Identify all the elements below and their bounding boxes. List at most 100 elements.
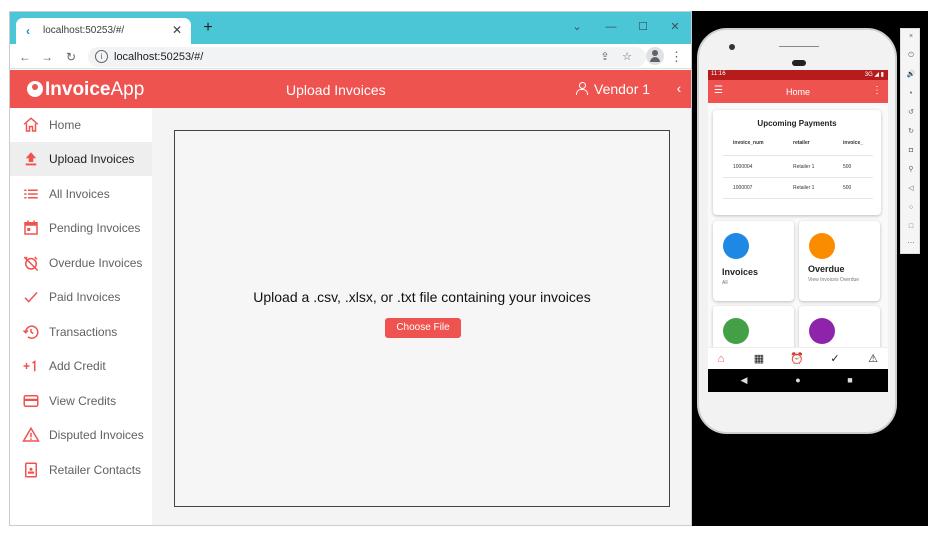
table-header: retailer xyxy=(793,140,810,146)
back-icon[interactable]: ◁ xyxy=(906,184,916,194)
more-vert-icon[interactable]: ⋮ xyxy=(872,85,882,96)
sidebar-item-add-credit[interactable]: Add Credit xyxy=(10,349,152,383)
android-nav-bar: ◀ ● ■ xyxy=(708,369,888,392)
sidebar-item-view-credits[interactable]: View Credits xyxy=(10,384,152,418)
money-off-icon xyxy=(809,233,835,259)
history-icon xyxy=(22,325,39,339)
table-header: invoice_num xyxy=(733,140,764,146)
credit-card-icon xyxy=(23,395,39,407)
list-icon xyxy=(24,189,38,199)
minimize-icon[interactable]: — xyxy=(598,18,624,36)
overview-icon[interactable]: □ xyxy=(906,222,916,232)
warning-icon[interactable]: ⚠ xyxy=(866,352,880,366)
tile-subtitle: View Invoices Overdue xyxy=(808,277,860,283)
address-bar[interactable]: i localhost:50253/#/ ⇪ ☆ xyxy=(88,47,646,67)
profile-avatar-icon[interactable] xyxy=(646,47,664,65)
emulator-close-icon[interactable]: × xyxy=(906,32,916,42)
volume-up-icon[interactable]: 🔊 xyxy=(906,70,916,80)
android-back-icon[interactable]: ◀ xyxy=(738,374,750,386)
phone-status-bar: 11:16 3G ◢ ▮ xyxy=(708,70,888,80)
sidebar-item-transactions[interactable]: Transactions xyxy=(10,315,152,349)
sidebar-item-pending-invoices[interactable]: Pending Invoices xyxy=(10,211,152,245)
table-cell: 500 xyxy=(843,185,852,191)
sidebar-item-label: View Credits xyxy=(49,394,117,408)
app-header: InvoiceApp Upload Invoices Vendor 1 ‹ xyxy=(10,70,691,108)
tab-search-icon[interactable]: ⌄ xyxy=(564,18,590,36)
page-title: Upload Invoices xyxy=(286,82,386,98)
upcoming-payments-card: Upcoming Payments invoice_num retailer i… xyxy=(713,110,881,215)
calendar-icon xyxy=(24,220,38,235)
calendar-icon[interactable]: ▦ xyxy=(752,352,766,366)
android-recents-icon[interactable]: ■ xyxy=(844,374,856,386)
camera-icon[interactable]: ◘ xyxy=(906,146,916,156)
home-circle-icon[interactable]: ○ xyxy=(906,203,916,213)
sidebar-item-label: Disputed Invoices xyxy=(49,428,144,442)
sidebar-item-label: Upload Invoices xyxy=(49,152,135,166)
check-circle-icon xyxy=(723,318,749,344)
flutter-favicon-icon: ‹ xyxy=(26,24,30,38)
volume-down-icon[interactable]: • xyxy=(906,89,916,99)
phone-app-title: Home xyxy=(785,87,810,97)
sidebar-item-home[interactable]: Home xyxy=(10,108,152,142)
plus-one-icon xyxy=(23,360,36,372)
address-url[interactable]: localhost:50253/#/ xyxy=(114,51,203,63)
forward-arrow-icon[interactable]: → xyxy=(38,48,56,66)
bookmark-star-icon[interactable]: ☆ xyxy=(620,50,634,64)
home-icon[interactable]: ⌂ xyxy=(714,352,728,366)
sidebar: Home Upload Invoices All Invoices Pendin… xyxy=(10,108,152,525)
sidebar-item-retailer-contacts[interactable]: Retailer Contacts xyxy=(10,453,152,487)
browser-tab[interactable]: ‹ localhost:50253/#/ ✕ xyxy=(16,18,191,44)
app-brand[interactable]: InvoiceApp xyxy=(27,79,144,101)
row-divider xyxy=(723,155,873,156)
sidebar-item-paid-invoices[interactable]: Paid Invoices xyxy=(10,280,152,314)
tile-subtitle: All xyxy=(722,280,728,286)
sidebar-item-label: Overdue Invoices xyxy=(49,256,143,270)
status-signal: 3G ◢ ▮ xyxy=(864,72,884,78)
window-close-icon[interactable]: ✕ xyxy=(662,18,688,36)
sidebar-item-label: All Invoices xyxy=(49,187,110,201)
back-arrow-icon[interactable]: ← xyxy=(16,48,34,66)
camera-icon xyxy=(729,44,735,50)
sidebar-item-label: Home xyxy=(49,118,82,132)
site-info-icon[interactable]: i xyxy=(95,50,108,63)
new-tab-button[interactable]: + xyxy=(198,19,218,39)
sidebar-item-all-invoices[interactable]: All Invoices xyxy=(10,177,152,211)
reload-icon[interactable]: ↻ xyxy=(62,48,80,66)
browser-toolbar: ← → ↻ i localhost:50253/#/ ⇪ ☆ ⋮ xyxy=(10,44,691,69)
collapse-chevron-icon[interactable]: ‹ xyxy=(673,80,685,96)
contact-icon xyxy=(25,462,37,478)
sidebar-item-disputed-invoices[interactable]: Disputed Invoices xyxy=(10,418,152,452)
tab-strip: ‹ localhost:50253/#/ ✕ + ⌄ — ☐ ✕ xyxy=(10,12,691,44)
browser-menu-icon[interactable]: ⋮ xyxy=(670,48,683,66)
sidebar-item-upload-invoices[interactable]: Upload Invoices xyxy=(10,142,152,176)
share-icon[interactable]: ⇪ xyxy=(598,50,612,64)
user-icon xyxy=(576,82,588,95)
android-emulator: 11:16 3G ◢ ▮ ☰ Home ⋮ Upcoming Payments … xyxy=(697,28,897,434)
maximize-icon[interactable]: ☐ xyxy=(630,18,656,36)
upload-dropzone[interactable]: Upload a .csv, .xlsx, or .txt file conta… xyxy=(174,130,670,507)
upload-icon xyxy=(25,152,37,166)
upload-prompt: Upload a .csv, .xlsx, or .txt file conta… xyxy=(253,289,591,305)
tile-overdue[interactable]: Overdue View Invoices Overdue xyxy=(799,221,880,301)
sidebar-item-label: Add Credit xyxy=(49,359,106,373)
zoom-icon[interactable]: ⚲ xyxy=(906,165,916,175)
home-icon xyxy=(23,117,39,132)
upcoming-payments-title: Upcoming Payments xyxy=(757,119,837,128)
rotate-left-icon[interactable]: ↺ xyxy=(906,108,916,118)
phone-divider xyxy=(779,46,819,47)
row-divider xyxy=(723,177,873,178)
table-cell: 1000004 xyxy=(733,164,753,170)
phone-screen: 11:16 3G ◢ ▮ ☰ Home ⋮ Upcoming Payments … xyxy=(708,70,888,392)
tile-invoices[interactable]: Invoices All xyxy=(713,221,794,301)
alarm-off-icon[interactable]: ⏰ xyxy=(790,352,804,366)
android-home-icon[interactable]: ● xyxy=(792,374,804,386)
check-icon[interactable]: ✓ xyxy=(828,352,842,366)
more-icon[interactable]: ⋯ xyxy=(906,239,916,249)
user-menu[interactable]: Vendor 1 xyxy=(576,81,650,97)
choose-file-button[interactable]: Choose File xyxy=(385,318,461,338)
sidebar-item-overdue-invoices[interactable]: Overdue Invoices xyxy=(10,246,152,280)
phone-app-bar: ☰ Home ⋮ xyxy=(708,80,888,103)
power-icon[interactable]: ⏻ xyxy=(906,51,916,61)
rotate-right-icon[interactable]: ↻ xyxy=(906,127,916,137)
close-tab-icon[interactable]: ✕ xyxy=(169,22,185,38)
